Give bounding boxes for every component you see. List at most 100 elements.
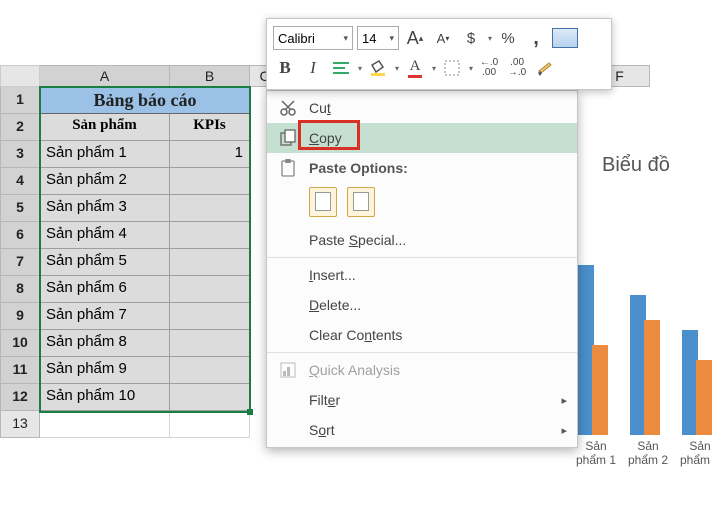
ctx-paste-special[interactable]: Paste Special... bbox=[267, 225, 577, 255]
cell[interactable] bbox=[170, 357, 250, 384]
cell[interactable] bbox=[170, 222, 250, 249]
chevron-down-icon: ▾ bbox=[389, 33, 394, 44]
col-header-a[interactable]: A bbox=[40, 65, 170, 87]
row-header[interactable]: 8 bbox=[0, 276, 40, 303]
row-header[interactable]: 12 bbox=[0, 384, 40, 411]
cell[interactable] bbox=[170, 195, 250, 222]
separator bbox=[267, 352, 577, 353]
paste-values-button[interactable] bbox=[347, 187, 375, 217]
cell[interactable] bbox=[170, 384, 250, 411]
row-header[interactable]: 1 bbox=[0, 87, 40, 114]
ctx-filter[interactable]: Filter ▸ bbox=[267, 385, 577, 415]
cell[interactable] bbox=[170, 249, 250, 276]
cell[interactable]: Sản phẩm 10 bbox=[40, 384, 170, 411]
row-header[interactable]: 2 bbox=[0, 114, 40, 141]
merged-title-cell[interactable]: Bảng báo cáo bbox=[40, 87, 250, 114]
cell[interactable] bbox=[40, 411, 170, 438]
fill-color-button[interactable] bbox=[366, 56, 390, 80]
row-header[interactable]: 3 bbox=[0, 141, 40, 168]
chevron-down-icon[interactable]: ▾ bbox=[432, 64, 436, 73]
ctx-paste-special-label: Paste Special... bbox=[309, 232, 406, 248]
cell[interactable]: Sản phẩm 6 bbox=[40, 276, 170, 303]
copy-icon bbox=[277, 127, 299, 149]
bar bbox=[644, 320, 660, 435]
borders-button[interactable] bbox=[440, 56, 464, 80]
cell[interactable]: Sản phẩm 5 bbox=[40, 249, 170, 276]
cell[interactable] bbox=[170, 276, 250, 303]
ctx-insert[interactable]: Insert... bbox=[267, 260, 577, 290]
decrease-decimal-button[interactable]: .00→.0 bbox=[505, 56, 529, 80]
ctx-clear-label: Clear Contents bbox=[309, 327, 402, 343]
ctx-copy[interactable]: Copy bbox=[267, 123, 577, 153]
font-size-combo[interactable]: 14 ▾ bbox=[357, 26, 399, 50]
ctx-delete[interactable]: Delete... bbox=[267, 290, 577, 320]
percent-button[interactable]: % bbox=[496, 26, 520, 50]
row-header[interactable]: 10 bbox=[0, 330, 40, 357]
chevron-right-icon: ▸ bbox=[561, 394, 567, 407]
ctx-filter-label: Filter bbox=[309, 392, 340, 408]
ctx-cut[interactable]: Cut bbox=[267, 93, 577, 123]
ctx-paste-label: Paste Options: bbox=[309, 160, 408, 176]
chart-area[interactable]: Sảnphẩm 1 Sảnphẩm 2 Sảnphẩm 3 bbox=[578, 245, 712, 465]
paste-options-row bbox=[267, 183, 577, 225]
paste-button[interactable] bbox=[309, 187, 337, 217]
cell[interactable]: Sản phẩm 7 bbox=[40, 303, 170, 330]
increase-decimal-button[interactable]: ←.0.00 bbox=[477, 56, 501, 80]
ctx-paste-options: Paste Options: bbox=[267, 153, 577, 183]
cell[interactable] bbox=[170, 411, 250, 438]
row-header[interactable]: 5 bbox=[0, 195, 40, 222]
header-cell-b[interactable]: KPIs bbox=[170, 114, 250, 141]
align-icon bbox=[332, 60, 350, 76]
cell[interactable]: Sản phẩm 2 bbox=[40, 168, 170, 195]
col-header-b[interactable]: B bbox=[170, 65, 250, 87]
align-button[interactable] bbox=[329, 56, 353, 80]
chevron-down-icon[interactable]: ▾ bbox=[358, 64, 362, 73]
bar bbox=[696, 360, 712, 435]
cell[interactable] bbox=[170, 330, 250, 357]
border-icon bbox=[444, 60, 460, 76]
cell[interactable]: Sản phẩm 4 bbox=[40, 222, 170, 249]
merge-center-button[interactable] bbox=[552, 26, 578, 50]
select-all-corner[interactable] bbox=[0, 65, 40, 87]
ctx-sort[interactable]: Sort ▸ bbox=[267, 415, 577, 445]
row-header[interactable]: 13 bbox=[0, 411, 40, 438]
clipboard-icon bbox=[277, 157, 299, 179]
cell[interactable]: 1 bbox=[170, 141, 250, 168]
header-cell-a[interactable]: Sản phẩm bbox=[40, 114, 170, 141]
ctx-sort-label: Sort bbox=[309, 422, 335, 438]
chart-title: Biểu đồ bbox=[602, 154, 670, 177]
bucket-icon bbox=[369, 59, 387, 77]
cell[interactable]: Sản phẩm 8 bbox=[40, 330, 170, 357]
chevron-down-icon[interactable]: ▾ bbox=[395, 64, 399, 73]
bold-button[interactable]: B bbox=[273, 56, 297, 80]
row-header[interactable]: 7 bbox=[0, 249, 40, 276]
ctx-quick-analysis: Quick Analysis bbox=[267, 355, 577, 385]
comma-button[interactable]: , bbox=[524, 26, 548, 50]
cell[interactable] bbox=[170, 168, 250, 195]
decrease-font-button[interactable]: A▾ bbox=[431, 26, 455, 50]
row-header[interactable]: 6 bbox=[0, 222, 40, 249]
row-header[interactable]: 4 bbox=[0, 168, 40, 195]
brush-icon bbox=[535, 59, 555, 77]
font-size-label: 14 bbox=[362, 31, 376, 46]
currency-button[interactable]: $ bbox=[459, 26, 483, 50]
increase-font-button[interactable]: A▴ bbox=[403, 26, 427, 50]
bar bbox=[592, 345, 608, 435]
ctx-clear[interactable]: Clear Contents bbox=[267, 320, 577, 350]
chevron-right-icon: ▸ bbox=[561, 424, 567, 437]
cell[interactable] bbox=[170, 303, 250, 330]
cell[interactable]: Sản phẩm 9 bbox=[40, 357, 170, 384]
row-header[interactable]: 11 bbox=[0, 357, 40, 384]
cell[interactable]: Sản phẩm 3 bbox=[40, 195, 170, 222]
italic-button[interactable]: I bbox=[301, 56, 325, 80]
ctx-cut-label: Cut bbox=[309, 100, 331, 116]
font-name-combo[interactable]: Calibri ▾ bbox=[273, 26, 353, 50]
format-painter-button[interactable] bbox=[533, 56, 557, 80]
chevron-down-icon[interactable]: ▾ bbox=[488, 34, 492, 43]
font-color-button[interactable]: A bbox=[403, 56, 427, 80]
spreadsheet-grid: 1 2 Sản phẩm KPIs 3 Sản phẩm 1 1 4 Sản p… bbox=[0, 87, 250, 438]
context-menu: Cut Copy Paste Options: Paste Special...… bbox=[266, 90, 578, 448]
chevron-down-icon[interactable]: ▾ bbox=[469, 64, 473, 73]
cell[interactable]: Sản phẩm 1 bbox=[40, 141, 170, 168]
row-header[interactable]: 9 bbox=[0, 303, 40, 330]
